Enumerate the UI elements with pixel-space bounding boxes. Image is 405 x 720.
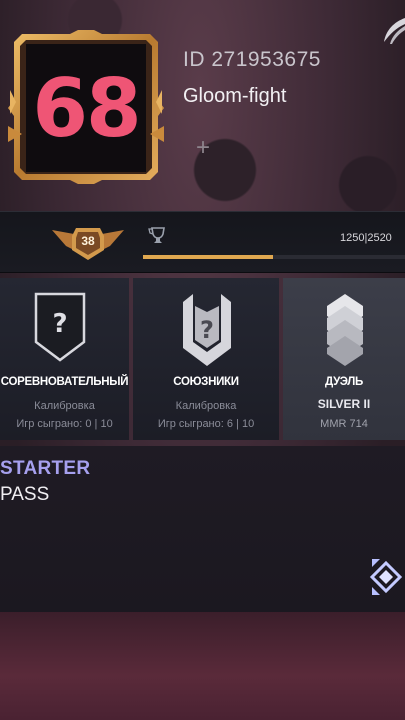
mode-games: Игр сыграно: 6 | 10	[157, 418, 255, 430]
xp-progress-bar	[143, 255, 405, 259]
level-badge[interactable]: 38	[52, 224, 124, 262]
mode-card-duel[interactable]: ДУЭЛЬ SILVER II MMR 714	[283, 278, 405, 440]
level-strip: 38 1250|2520	[0, 211, 405, 273]
xp-progress-fill	[143, 255, 273, 259]
mode-status: Калибровка	[34, 400, 95, 412]
feather-icon[interactable]	[382, 18, 405, 44]
trophy-icon	[148, 227, 165, 243]
add-icon[interactable]: +	[196, 136, 210, 160]
silver-rank-icon	[327, 294, 363, 366]
rank-number: 68	[32, 61, 141, 155]
pass-emblem-icon[interactable]	[366, 553, 405, 601]
mode-cards: ? СОРЕВНОВАТЕЛЬНЫЙ Калибровка Игр сыгран…	[0, 278, 405, 440]
mode-title: ДУЭЛЬ	[325, 376, 363, 388]
xp-text: 1250|2520	[340, 232, 392, 244]
mode-card-competitive[interactable]: ? СОРЕВНОВАТЕЛЬНЫЙ Калибровка Игр сыгран…	[0, 278, 129, 440]
unknown-rank-banner-icon: ?	[183, 294, 231, 366]
pass-title: STARTER	[0, 458, 91, 479]
mode-title: СОРЕВНОВАТЕЛЬНЫЙ	[0, 376, 129, 388]
mode-status: Калибровка	[175, 400, 237, 412]
starter-pass-panel[interactable]: STARTER PASS	[0, 446, 405, 612]
mode-mmr: MMR 714	[320, 418, 368, 430]
rank-inner-panel: 68	[26, 44, 146, 172]
player-id[interactable]: ID 271953675	[183, 48, 321, 72]
level-number: 38	[81, 234, 95, 248]
pass-subtitle: PASS	[0, 484, 50, 505]
mode-card-allies[interactable]: ? СОЮЗНИКИ Калибровка Игр сыграно: 6 | 1…	[133, 278, 279, 440]
player-name[interactable]: Gloom-fight	[183, 85, 286, 108]
mode-title: СОЮЗНИКИ	[173, 376, 239, 388]
svg-text:?: ?	[200, 316, 214, 344]
profile-rank-badge[interactable]: 68	[8, 30, 164, 184]
unknown-rank-shield-icon: ?	[34, 292, 86, 362]
svg-text:?: ?	[52, 309, 67, 339]
background-bottom-glow	[0, 610, 405, 720]
mode-games: Игр сыграно: 0 | 10	[16, 418, 113, 430]
mode-rank: SILVER II	[317, 397, 371, 411]
